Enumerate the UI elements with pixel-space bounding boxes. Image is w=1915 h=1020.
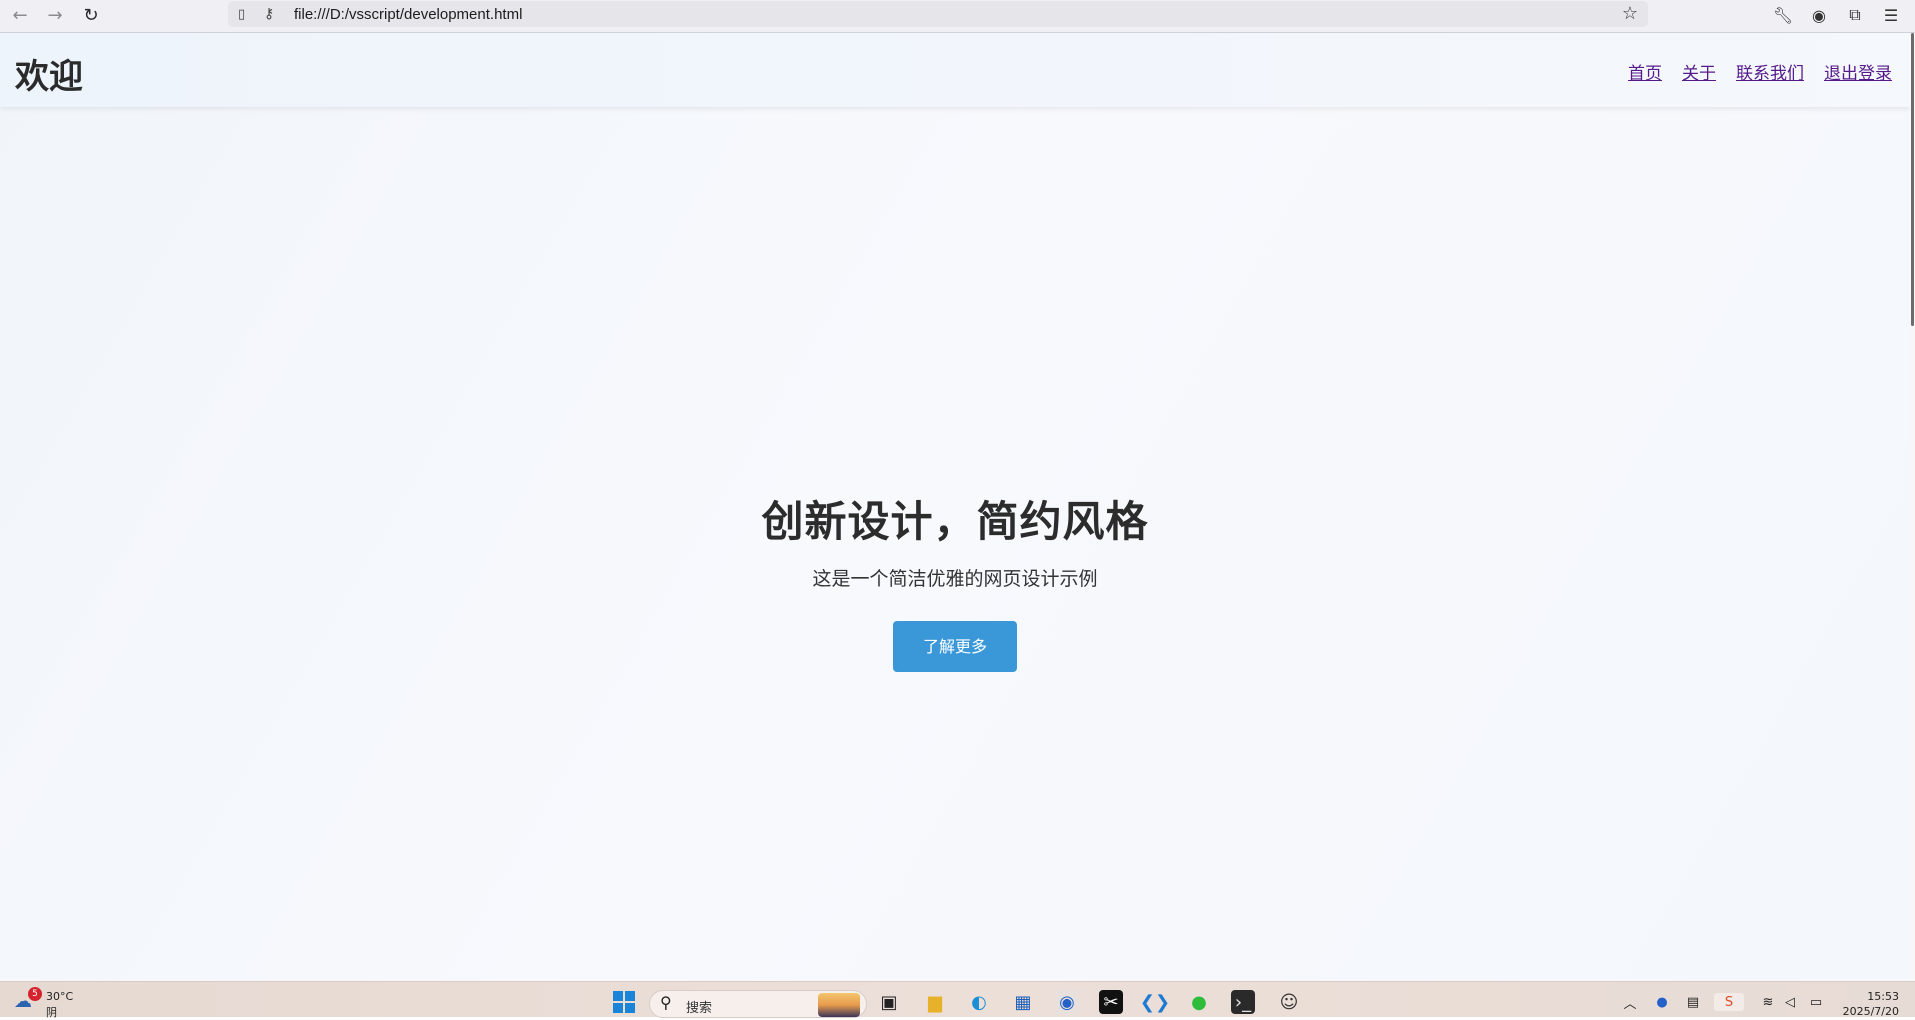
nav-link-home[interactable]: 首页 bbox=[1628, 59, 1662, 84]
hero-subtitle: 这是一个简洁优雅的网页设计示例 bbox=[812, 568, 1098, 590]
scrollbar-thumb[interactable] bbox=[1911, 33, 1914, 326]
hero-section: 创新设计，简约风格 这是一个简洁优雅的网页设计示例 了解更多 bbox=[0, 488, 1910, 672]
firefox-icon[interactable]: ◉ bbox=[1055, 990, 1079, 1014]
vscode-icon[interactable]: ❮❯ bbox=[1140, 990, 1170, 1014]
page-icon: ▯ bbox=[238, 6, 246, 22]
wrench-icon[interactable]: 🔧︎ bbox=[1770, 3, 1796, 27]
microphone-icon[interactable]: ● bbox=[1654, 993, 1670, 1011]
volume-icon[interactable]: ◁ bbox=[1782, 993, 1798, 1011]
url-text[interactable]: file:///D:/vsscript/development.html bbox=[294, 6, 522, 23]
taskbar-search-label: 搜索 bbox=[686, 1001, 713, 1016]
taskbar-search[interactable]: ⚲ 搜索 bbox=[649, 990, 867, 1018]
bookmark-star-icon[interactable]: ☆ bbox=[1622, 3, 1638, 24]
task-view-icon[interactable]: ▣ bbox=[877, 990, 901, 1014]
reload-icon[interactable]: ↻ bbox=[76, 2, 106, 28]
weather-condition: 阴 bbox=[46, 1006, 57, 1019]
battery-icon[interactable]: ▭ bbox=[1806, 993, 1826, 1011]
learn-more-button[interactable]: 了解更多 bbox=[893, 621, 1017, 672]
wifi-icon[interactable]: ≋ bbox=[1760, 993, 1776, 1011]
account-icon[interactable]: ◉ bbox=[1806, 3, 1832, 27]
system-clock[interactable]: 15:53 2025/7/20 bbox=[1843, 989, 1899, 1019]
sogou-ime-icon[interactable]: S bbox=[1714, 993, 1744, 1011]
taskbar: ☁ 5 30°C 阴 ⚲ 搜索 ▣ ▆ ◐ ▦ ◉ ✂ ❮❯ ● ›_ ☺ ︿ … bbox=[0, 981, 1915, 1019]
back-arrow-icon[interactable]: ← bbox=[5, 2, 35, 28]
nav-link-about[interactable]: 关于 bbox=[1682, 59, 1716, 84]
weather-widget[interactable]: ☁ 5 30°C 阴 bbox=[14, 987, 84, 1019]
capcut-icon[interactable]: ✂ bbox=[1099, 990, 1123, 1014]
site-logo: 欢迎 bbox=[15, 57, 83, 97]
edge-browser-icon[interactable]: ◐ bbox=[967, 990, 991, 1014]
search-icon: ⚲ bbox=[660, 993, 672, 1012]
nav-link-contact[interactable]: 联系我们 bbox=[1736, 59, 1804, 84]
store-icon[interactable]: ▦ bbox=[1011, 990, 1035, 1014]
address-bar[interactable]: ▯ ⚷ file:///D:/vsscript/development.html… bbox=[228, 1, 1648, 27]
browser-toolbar: ← → ↻ ▯ ⚷ file:///D:/vsscript/developmen… bbox=[0, 0, 1915, 33]
site-header: 欢迎 首页 关于 联系我们 退出登录 bbox=[0, 33, 1910, 107]
menu-icon[interactable]: ☰ bbox=[1878, 3, 1904, 27]
notification-badge: 5 bbox=[28, 987, 42, 1001]
wechat-icon[interactable]: ● bbox=[1187, 990, 1211, 1014]
search-highlight-image bbox=[818, 993, 860, 1017]
nav-link-logout[interactable]: 退出登录 bbox=[1824, 59, 1892, 84]
site-nav: 首页 关于 联系我们 退出登录 bbox=[1628, 59, 1892, 84]
windows-start-icon[interactable] bbox=[612, 990, 636, 1014]
extensions-icon[interactable]: ⧉ bbox=[1842, 3, 1868, 27]
vertical-scrollbar[interactable] bbox=[1910, 33, 1915, 981]
input-method-icon[interactable]: ▤ bbox=[1684, 993, 1702, 1011]
file-explorer-icon[interactable]: ▆ bbox=[923, 990, 947, 1014]
hero-title: 创新设计，简约风格 bbox=[761, 497, 1149, 546]
clock-time: 15:53 bbox=[1867, 990, 1899, 1003]
terminal-icon[interactable]: ›_ bbox=[1231, 990, 1255, 1014]
key-icon[interactable]: ⚷ bbox=[264, 6, 286, 22]
chevron-up-icon[interactable]: ︿ bbox=[1622, 993, 1638, 1012]
avatar-app-icon[interactable]: ☺ bbox=[1277, 990, 1301, 1014]
forward-arrow-icon[interactable]: → bbox=[40, 2, 70, 28]
weather-temperature: 30°C bbox=[46, 990, 74, 1003]
web-page: 欢迎 首页 关于 联系我们 退出登录 创新设计，简约风格 这是一个简洁优雅的网页… bbox=[0, 33, 1915, 981]
